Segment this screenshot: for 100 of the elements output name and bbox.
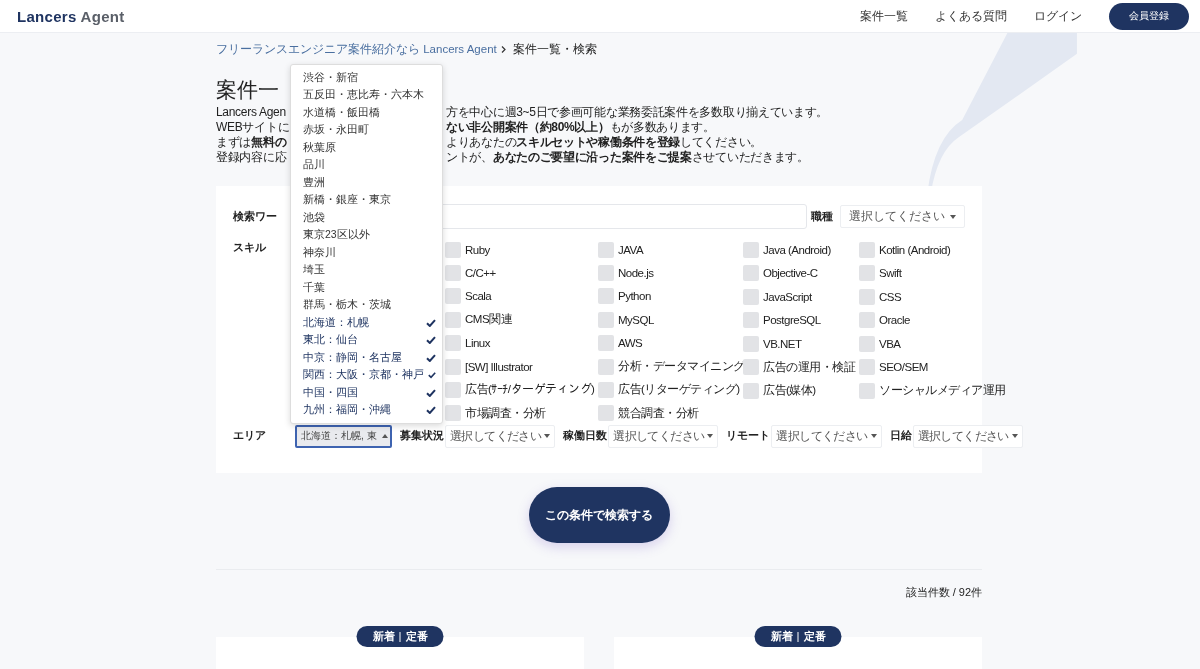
checkbox-label: Java (Android) — [763, 243, 831, 256]
checkbox[interactable] — [598, 311, 614, 328]
field-label: 募集状況 — [400, 429, 444, 443]
checkbox[interactable] — [859, 265, 875, 282]
checkbox-label: Kotlin (Android) — [879, 243, 951, 256]
checkbox[interactable] — [743, 241, 759, 258]
nav-link[interactable]: 案件一覧 — [860, 7, 908, 25]
checkbox-label: Linux — [465, 337, 490, 350]
intro-text: ない非公開案件（約80%以上）もが多数あります。 — [446, 120, 715, 135]
checkbox[interactable] — [743, 312, 759, 329]
area-select[interactable]: 北海道：札幌, 東 — [295, 424, 392, 448]
nav-link[interactable]: よくある質問 — [935, 7, 1007, 25]
dropdown-option[interactable]: 新橋・銀座・東京 — [291, 191, 442, 209]
dropdown-option[interactable]: 群馬・栃木・茨城 — [291, 296, 442, 314]
filter-select[interactable]: 選択してください — [608, 424, 719, 448]
field-label: スキル — [233, 240, 267, 255]
checkbox[interactable] — [859, 335, 875, 352]
intro-text: よりあなたのスキルセットや稼働条件を登録してください。 — [446, 135, 762, 150]
checkbox[interactable] — [598, 241, 614, 258]
checkbox-label: AWS — [618, 337, 643, 350]
dropdown-option[interactable]: 赤坂・永田町 — [291, 121, 442, 139]
dropdown-option[interactable]: 中京：静岡・名古屋 — [291, 349, 442, 367]
dropdown-option[interactable]: 東北：仙台 — [291, 331, 442, 349]
checkbox[interactable] — [598, 265, 614, 282]
checkbox[interactable] — [445, 381, 461, 398]
search-button[interactable]: この条件で検索する — [528, 487, 670, 543]
checkbox[interactable] — [743, 382, 759, 399]
result-count: 該当件数 / 92件 — [904, 585, 982, 600]
logo[interactable]: Lancers Agent — [17, 7, 125, 25]
dropdown-option[interactable]: 秋葉原 — [291, 139, 442, 157]
checkbox-label: CMS関連 — [465, 312, 513, 328]
checkbox[interactable] — [743, 288, 759, 305]
checkbox-label: 広告(媒体) — [763, 383, 816, 399]
checkbox-label: JavaScript — [763, 290, 812, 303]
dropdown-option[interactable]: 千葉 — [291, 279, 442, 297]
checkbox[interactable] — [859, 382, 875, 399]
checkbox-label: JAVA — [618, 243, 644, 256]
dropdown-option[interactable]: 北海道：札幌 — [291, 314, 442, 332]
checkbox[interactable] — [859, 288, 875, 305]
field-label: 検索ワー — [233, 209, 277, 224]
register-button[interactable]: 会員登録 — [1109, 2, 1189, 30]
caret-icon — [707, 434, 714, 438]
dropdown-option[interactable]: 中国・四国 — [291, 384, 442, 402]
field-label: リモート — [726, 429, 771, 443]
dropdown-option[interactable]: 池袋 — [291, 209, 442, 227]
dropdown-option[interactable]: 九州：福岡・沖縄 — [291, 401, 442, 419]
checkbox-label: VBA — [879, 337, 901, 350]
caret-icon — [381, 434, 388, 438]
dropdown-option[interactable]: 品川 — [291, 156, 442, 174]
job-type-select[interactable]: 選択してください — [840, 205, 965, 228]
dropdown-option[interactable]: 渋谷・新宿 — [291, 69, 442, 87]
checkbox[interactable] — [445, 288, 461, 305]
filter-select[interactable]: 選択してください — [445, 424, 556, 448]
checkbox[interactable] — [859, 359, 875, 376]
checkbox[interactable] — [445, 335, 461, 352]
dropdown-option[interactable]: 関西：大阪・京都・神戸 — [291, 366, 442, 384]
dropdown-option[interactable]: 東京23区以外 — [291, 226, 442, 244]
checkbox[interactable] — [445, 405, 461, 422]
dropdown-option[interactable]: 埼玉 — [291, 261, 442, 279]
checkbox-label: Python — [618, 290, 651, 303]
checkbox[interactable] — [598, 405, 614, 422]
checkbox[interactable] — [598, 335, 614, 352]
checkbox-label: Objective-C — [763, 267, 818, 280]
checkbox-label: 広告(リターゲティング) — [618, 382, 740, 398]
page-heading: 案件一 — [216, 77, 279, 103]
checkbox[interactable] — [859, 312, 875, 329]
intro-text: Lancers Agen — [216, 105, 286, 120]
intro-text: まずは無料の — [216, 135, 287, 150]
field-label: 稼働日数 — [563, 429, 608, 443]
checkbox-label: 市場調査・分析 — [465, 405, 546, 421]
dropdown-option[interactable]: 五反田・恵比寿・六本木 — [291, 86, 442, 104]
breadcrumb-link[interactable]: フリーランスエンジニア案件紹介なら Lancers Agent — [216, 42, 497, 57]
checkbox-label: Swift — [879, 267, 902, 280]
filter-select[interactable]: 選択してください — [771, 424, 882, 448]
checkbox[interactable] — [598, 381, 614, 398]
checkbox-label: C/C++ — [465, 267, 496, 280]
checkbox[interactable] — [445, 241, 461, 258]
nav-link[interactable]: ログイン — [1034, 7, 1082, 25]
chevron-icon — [500, 46, 506, 53]
checkbox[interactable] — [445, 265, 461, 282]
checkbox[interactable] — [445, 358, 461, 375]
checkbox[interactable] — [598, 358, 614, 375]
checkbox[interactable] — [743, 335, 759, 352]
checkbox[interactable] — [743, 359, 759, 376]
caret-icon — [544, 434, 551, 438]
checkbox[interactable] — [743, 265, 759, 282]
intro-text: ントが、あなたのご要望に沿った案件をご提案させていただきます。 — [446, 150, 809, 165]
checkbox-label: Node.js — [618, 267, 654, 280]
filter-select[interactable]: 選択してください — [912, 424, 1023, 448]
breadcrumb-current: 案件一覧・検索 — [512, 42, 597, 57]
checkbox-label: PostgreSQL — [763, 314, 821, 327]
checkbox[interactable] — [859, 241, 875, 258]
checkbox[interactable] — [445, 311, 461, 328]
caret-icon — [1011, 434, 1018, 438]
checkbox-label: SEO/SEM — [879, 361, 928, 374]
checkbox[interactable] — [598, 288, 614, 305]
field-label: 職種 — [811, 209, 833, 224]
dropdown-option[interactable]: 水道橋・飯田橋 — [291, 104, 442, 122]
dropdown-option[interactable]: 豊洲 — [291, 174, 442, 192]
dropdown-option[interactable]: 神奈川 — [291, 244, 442, 262]
